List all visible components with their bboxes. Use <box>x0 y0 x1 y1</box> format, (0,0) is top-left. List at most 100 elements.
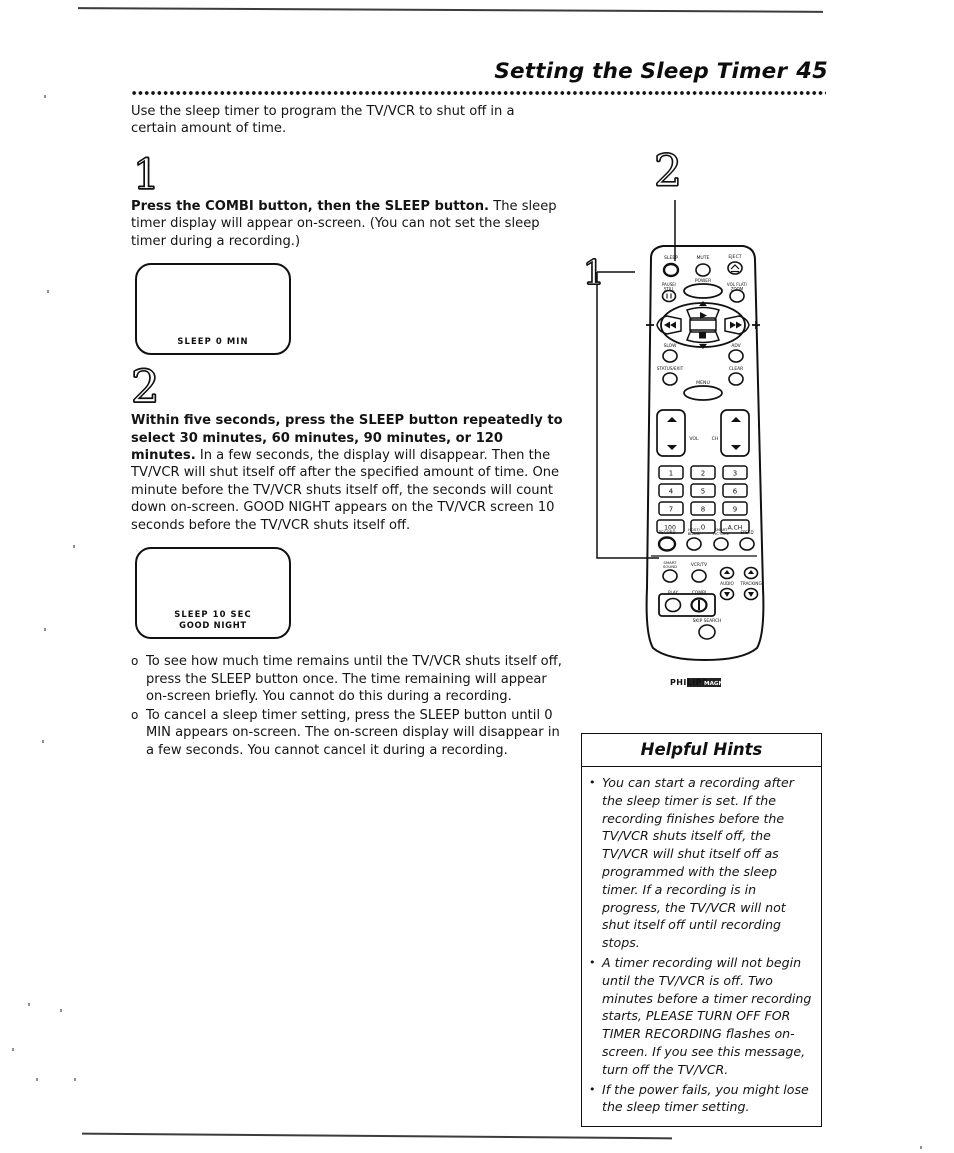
power-button <box>683 283 723 299</box>
step-2-text: Within five seconds, press the SLEEP but… <box>131 412 563 534</box>
adv-label: ADV <box>731 343 740 349</box>
helpful-hints-box: Helpful Hints • You can start a recordin… <box>581 733 822 1128</box>
menu-button <box>683 385 723 401</box>
step-1-number: 1 <box>132 149 160 199</box>
list-item: o To see how much time remains until the… <box>131 653 563 706</box>
eject-label: EJECT <box>728 254 741 260</box>
scan-artifact-top-line <box>77 7 824 13</box>
smart-picture-button <box>713 537 729 551</box>
key-8-label: 8 <box>701 506 705 514</box>
ch-rocker <box>720 409 750 457</box>
vol-rocker <box>656 409 686 457</box>
tv-screen-illustration-1: SLEEP 0 MIN <box>135 263 291 356</box>
helpful-hints-list: • You can start a recording after the sl… <box>582 767 821 1126</box>
key-0-label: 0 <box>701 524 705 532</box>
page-number: 45 <box>796 58 828 84</box>
speed-label: SPEED <box>740 530 753 535</box>
magnavox-brand-label: MAGNAVOX <box>704 681 741 687</box>
mute-label: MUTE <box>696 255 709 261</box>
hint-item-text: A timer recording will not begin until t… <box>602 954 812 1077</box>
menu-label: MENU <box>696 380 710 386</box>
callout-number-2: 2 <box>653 146 682 197</box>
key-2-label: 2 <box>701 470 705 478</box>
play-button <box>664 597 682 613</box>
hint-item-text: If the power fails, you might lose the s… <box>602 1081 809 1115</box>
picture-label: PICTURE <box>713 531 730 536</box>
host-blank-button <box>686 537 702 551</box>
vcr-tv-button <box>691 569 707 583</box>
tv-screen-illustration-2: SLEEP 10 SEC GOOD NIGHT <box>135 547 291 640</box>
helpful-hints-title: Helpful Hints <box>582 734 821 767</box>
step-1-lead: Press the COMBI button, then the SLEEP b… <box>131 198 490 214</box>
vol-up-icon <box>667 417 677 422</box>
ch-label: CH <box>712 436 719 442</box>
status-exit-label: STATUS/EXIT <box>657 366 684 371</box>
step-2-rest: In a few seconds, the display will disap… <box>131 447 560 533</box>
vol-down-icon <box>667 445 677 450</box>
tracking-up-icon <box>748 570 754 574</box>
audio-down-icon <box>724 592 730 597</box>
vol-flat-zoom-button <box>729 289 745 303</box>
osd-line-2: GOOD NIGHT <box>179 619 247 630</box>
scan-speck <box>42 740 44 743</box>
skip-search-label: SKIP SEARCH <box>693 618 722 624</box>
fast-forward-icon-2 <box>736 321 742 329</box>
vol-label: VOL <box>689 436 699 442</box>
step-2-number: 2 <box>130 360 160 414</box>
zoom-label: ZOOM <box>731 287 744 292</box>
clear-button <box>728 372 744 386</box>
stop-icon <box>699 332 706 339</box>
smart-sound-button <box>662 569 678 583</box>
list-bullet-marker: o <box>131 707 139 722</box>
key-9-label: 9 <box>733 506 737 514</box>
callout-number-1: 1 <box>582 253 605 293</box>
adv-button <box>728 349 744 363</box>
header-divider <box>131 90 826 96</box>
osd-text-2: SLEEP 10 SEC GOOD NIGHT <box>137 609 289 630</box>
rewind-icon <box>670 321 676 329</box>
remote-control-illustration: 2 1 SLEEP MUTE EJECT PAUSE/ STILL POWER … <box>575 148 840 693</box>
scan-speck <box>920 1146 922 1149</box>
play-label: PLAY <box>668 590 678 595</box>
status-exit-button <box>662 372 678 386</box>
key-7-label: 7 <box>669 506 673 514</box>
osd-line-1: SLEEP 10 SEC <box>174 609 252 620</box>
sleep-label: SLEEP <box>664 255 678 261</box>
scan-speck <box>44 628 46 631</box>
step-2: 2 Within five seconds, press the SLEEP b… <box>130 360 563 640</box>
scan-artifact-bottom-line <box>82 1132 672 1140</box>
key-4-label: 4 <box>669 488 674 496</box>
philips-brand-label: PHILIPS <box>670 678 708 687</box>
list-item: • You can start a recording after the sl… <box>589 774 815 952</box>
key-5-label: 5 <box>701 488 705 496</box>
scan-speck <box>73 545 75 548</box>
tracking-label: TRACKING <box>739 581 761 586</box>
hint-bullet-marker: • <box>589 1082 596 1096</box>
pause-still-button <box>661 289 677 303</box>
scan-speck <box>74 1078 76 1081</box>
fast-forward-icon <box>730 321 736 329</box>
slow-label: SLOW <box>664 343 678 349</box>
power-label: POWER <box>695 278 711 284</box>
volume-plus-label <box>752 321 760 329</box>
list-item: • If the power fails, you might lose the… <box>589 1081 815 1117</box>
speed-button <box>739 537 755 551</box>
ch-down-icon <box>731 445 741 450</box>
hint-item-text: You can start a recording after the slee… <box>602 775 794 951</box>
scan-speck <box>47 290 49 293</box>
key-6-label: 6 <box>733 488 738 496</box>
audio-label: AUDIO <box>720 581 734 586</box>
step-1-text: Press the COMBI button, then the SLEEP b… <box>131 198 563 250</box>
page-title: Setting the Sleep Timer 45 <box>494 58 828 84</box>
osd-line-1: SLEEP 0 MIN <box>177 335 249 346</box>
slow-button <box>662 349 678 363</box>
eject-icon <box>730 264 740 270</box>
pause-still-label-2: STILL <box>664 287 675 292</box>
scan-speck <box>28 1003 30 1006</box>
rewind-icon-2 <box>664 321 670 329</box>
list-item: o To cancel a sleep timer setting, press… <box>131 707 563 760</box>
record-button <box>657 536 677 552</box>
remote-control-svg: SLEEP MUTE EJECT PAUSE/ STILL POWER VOL … <box>596 200 765 687</box>
audio-up-icon <box>724 570 730 574</box>
intro-paragraph: Use the sleep timer to program the TV/VC… <box>131 104 515 137</box>
